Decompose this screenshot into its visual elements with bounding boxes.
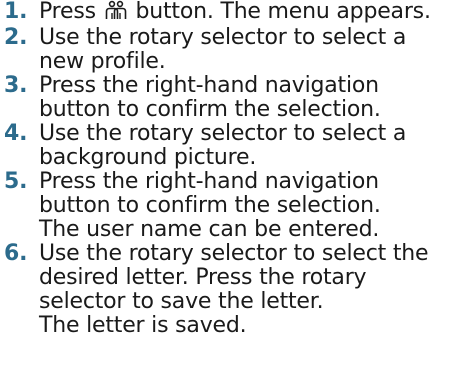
step-text-line: Use the rotary selector to select the	[39, 241, 429, 266]
step-text-after-icon: button. The menu appears.	[135, 0, 431, 24]
step-text-before-icon: Press	[39, 0, 96, 24]
step-text-line: Use the rotary selector to select a	[39, 121, 407, 146]
step-result-line: The user name can be entered.	[39, 217, 380, 242]
step-text-line: button to confirm the selection.	[39, 193, 381, 218]
step-text-line: Press the right-hand navigation	[39, 73, 379, 98]
step-text-line: background picture.	[39, 145, 257, 170]
step-number: 5.	[4, 169, 28, 194]
step-text-line: Use the rotary selector to select a	[39, 25, 407, 50]
step-3: 3. Press the right-hand navigation butto…	[0, 74, 472, 122]
step-5: 5. Press the right-hand navigation butto…	[0, 170, 472, 242]
step-number: 3.	[4, 73, 28, 98]
step-number: 6.	[4, 241, 28, 266]
step-text-line: Press the right-hand navigation	[39, 169, 379, 194]
step-text-line: Press button. The menu appears.	[39, 0, 472, 26]
step-4: 4. Use the rotary selector to select a b…	[0, 122, 472, 170]
step-result-line: The letter is saved.	[39, 313, 247, 338]
step-text-line: button to confirm the selection.	[39, 97, 381, 122]
step-number: 2.	[4, 25, 28, 50]
instruction-steps: 1. Press button. The menu appears. 2. Us…	[0, 0, 472, 338]
step-number: 4.	[4, 121, 28, 146]
step-text-line: desired letter. Press the rotary	[39, 265, 367, 290]
user-profile-icon	[104, 0, 128, 26]
step-number: 1.	[4, 0, 28, 24]
step-text-line: selector to save the letter.	[39, 289, 324, 314]
step-2: 2. Use the rotary selector to select a n…	[0, 26, 472, 74]
step-1: 1. Press button. The menu appears.	[0, 0, 472, 26]
step-text-line: new profile.	[39, 49, 166, 74]
step-6: 6. Use the rotary selector to select the…	[0, 242, 472, 338]
